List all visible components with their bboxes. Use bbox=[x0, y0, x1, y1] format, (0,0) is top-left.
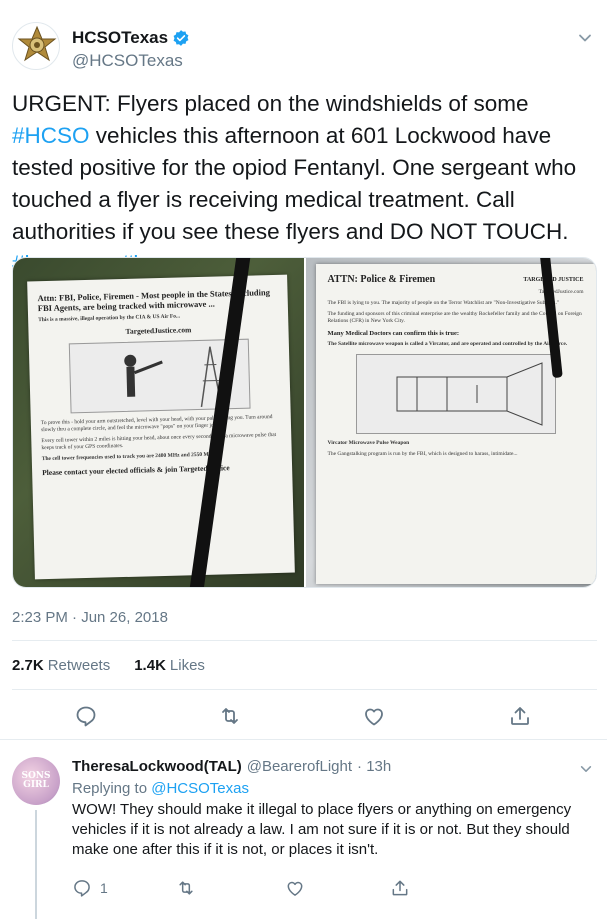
likes-count: 1.4K bbox=[134, 657, 166, 674]
flyer-right-brand: TARGETED JUSTICE bbox=[523, 276, 584, 283]
flyer-right-footer: The Gangstalking program is run by the F… bbox=[327, 451, 518, 457]
replying-mention[interactable]: @HCSOTexas bbox=[151, 780, 249, 797]
tweet-text-segment: URGENT: Flyers placed on the windshields… bbox=[12, 91, 529, 116]
verified-badge-icon bbox=[173, 30, 189, 46]
reply-retweet-action[interactable] bbox=[176, 877, 196, 899]
reply-text: WOW! They should make it illegal to plac… bbox=[72, 801, 572, 858]
likes-stat[interactable]: 1.4K Likes bbox=[134, 657, 205, 674]
chevron-down-icon[interactable] bbox=[579, 762, 593, 776]
flyer-right-body-3: Many Medical Doctors can confirm this is… bbox=[327, 330, 460, 337]
reply-time[interactable]: · 13h bbox=[357, 758, 391, 775]
flyer-photo-right[interactable]: ATTN: Police & Firemen TARGETED JUSTICE … bbox=[305, 258, 596, 587]
tweet-stats: 2.7K Retweets 1.4K Likes bbox=[12, 657, 205, 674]
flyer-right-illustration bbox=[355, 354, 556, 434]
tweet-timestamp[interactable]: 2:23 PM · Jun 26, 2018 bbox=[12, 609, 168, 626]
vircator-diagram bbox=[396, 362, 542, 426]
flyer-left-body-3: The cell tower frequencies used to track… bbox=[41, 451, 217, 463]
author-handle[interactable]: @HCSOTexas bbox=[72, 51, 190, 71]
flyer-right-heading: ATTN: Police & Firemen bbox=[327, 274, 436, 285]
reply-like-action[interactable] bbox=[285, 877, 305, 899]
author-name[interactable]: HCSOTexas bbox=[72, 28, 168, 48]
replying-prefix: Replying to bbox=[72, 780, 148, 797]
reply-actions: 1 bbox=[72, 877, 542, 901]
share-icon[interactable] bbox=[508, 704, 532, 728]
retweets-stat[interactable]: 2.7K Retweets bbox=[12, 657, 110, 674]
hashtag-link[interactable]: #HCSO bbox=[12, 123, 90, 148]
reply-share-action[interactable] bbox=[390, 877, 410, 899]
chevron-down-icon[interactable] bbox=[577, 30, 593, 46]
divider bbox=[12, 640, 597, 641]
reply-avatar[interactable]: SONS GIRL bbox=[12, 757, 60, 805]
tweet-media[interactable]: Attn: FBI, Police, Firemen - Most people… bbox=[12, 257, 597, 588]
tweet-text: URGENT: Flyers placed on the windshields… bbox=[12, 88, 597, 280]
reply-author-name[interactable]: TheresaLockwood(TAL) bbox=[72, 758, 242, 775]
flyer-left-body-1: To prove this - hold your arm outstretch… bbox=[40, 414, 273, 434]
divider bbox=[12, 689, 597, 690]
tweet-text-segment: vehicles this afternoon at 601 Lockwood … bbox=[12, 123, 577, 244]
flyer-left: Attn: FBI, Police, Firemen - Most people… bbox=[27, 274, 295, 580]
replying-to: Replying to @HCSOTexas bbox=[72, 780, 249, 797]
like-icon bbox=[287, 881, 303, 896]
flyer-right-caption: Vircator Microwave Pulse Weapon bbox=[327, 440, 410, 446]
flyer-right-body-4: The Satellite microwave weapon is called… bbox=[327, 341, 568, 347]
sheriff-badge-icon bbox=[17, 25, 57, 62]
share-icon bbox=[392, 880, 408, 896]
reply-reply-action[interactable]: 1 bbox=[72, 877, 108, 899]
flyer-left-footer: Please contact your elected officials & … bbox=[42, 463, 230, 478]
retweets-count: 2.7K bbox=[12, 657, 44, 674]
author-avatar[interactable] bbox=[12, 22, 60, 70]
retweet-icon bbox=[179, 881, 193, 895]
flyer-left-site: TargetedJustice.com bbox=[125, 325, 192, 336]
likes-label: Likes bbox=[169, 657, 205, 674]
retweet-icon[interactable] bbox=[218, 704, 242, 728]
reply-tweet[interactable]: SONS GIRL TheresaLockwood(TAL) @Bearerof… bbox=[0, 740, 607, 919]
retweets-label: Retweets bbox=[47, 657, 111, 674]
like-icon[interactable] bbox=[362, 704, 386, 728]
flyer-left-body-2: Every cell tower within 2 miles is hitti… bbox=[41, 431, 277, 452]
flyer-photo-left[interactable]: Attn: FBI, Police, Firemen - Most people… bbox=[13, 258, 304, 587]
thread-line bbox=[35, 810, 37, 919]
reply-count: 1 bbox=[100, 880, 108, 896]
reply-author-handle[interactable]: @BearerofLight bbox=[247, 758, 352, 775]
reply-icon bbox=[74, 880, 90, 897]
tweet-actions bbox=[0, 700, 607, 736]
reply-icon[interactable] bbox=[74, 704, 98, 728]
